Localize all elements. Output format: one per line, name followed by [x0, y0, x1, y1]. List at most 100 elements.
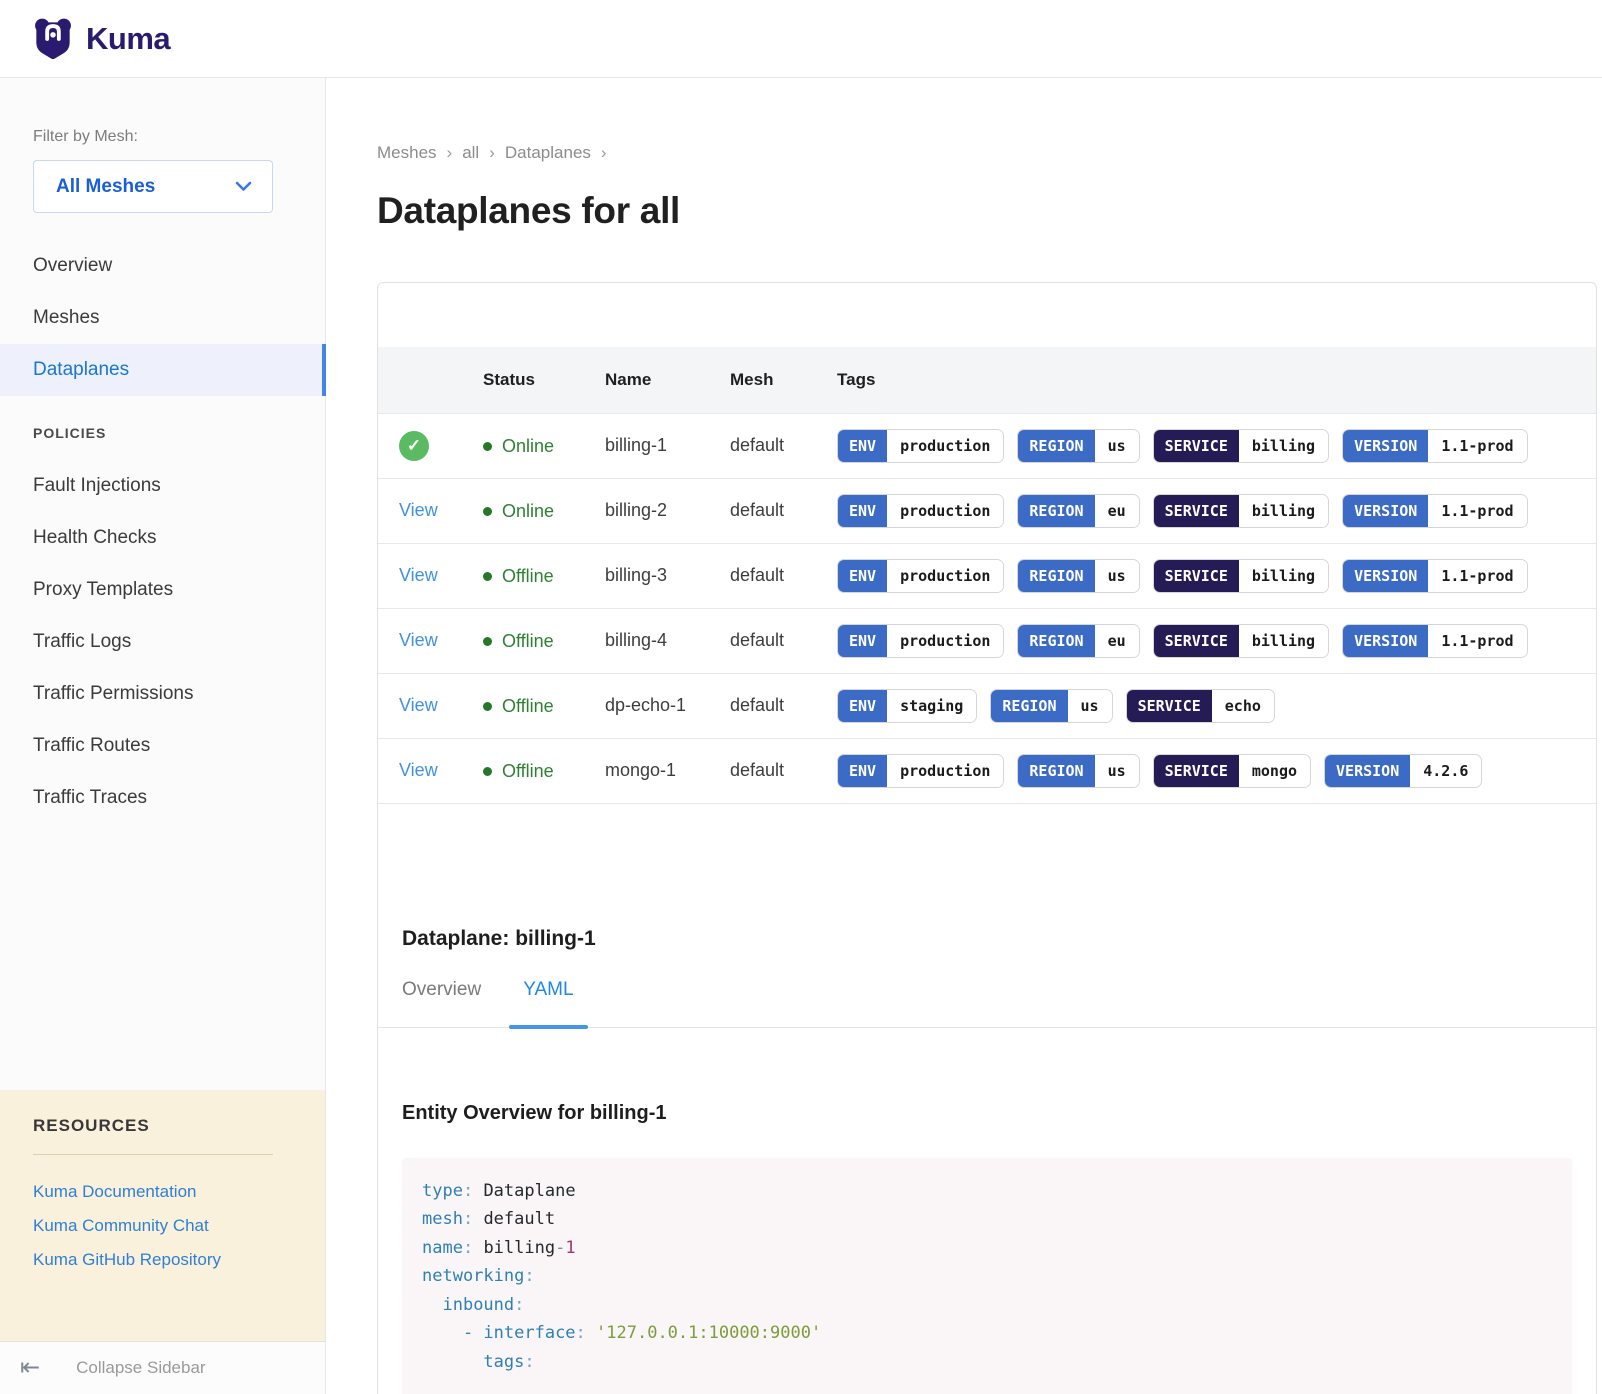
tag-region: REGIONus	[1017, 559, 1139, 593]
table-row-billing-3: ViewOfflinebilling-3defaultENVproduction…	[378, 543, 1596, 608]
chevron-down-icon	[235, 181, 252, 192]
tab-yaml[interactable]: YAML	[509, 979, 587, 1027]
sidebar-nav: Overview Meshes Dataplanes	[0, 240, 325, 396]
kuma-bear-icon	[33, 17, 73, 61]
tags-cell: ENVproduction REGIONus SERVICEbilling VERSI…	[837, 543, 1596, 608]
selected-check-icon: ✓	[399, 431, 429, 461]
sidebar-item-meshes[interactable]: Meshes	[0, 292, 325, 344]
sidebar-item-label: Traffic Permissions	[33, 683, 193, 705]
sidebar-item-label: Health Checks	[33, 527, 157, 549]
sidebar-item-traffic-permissions[interactable]: Traffic Permissions	[0, 668, 325, 720]
breadcrumb-item-meshes[interactable]: Meshes	[377, 143, 437, 163]
dataplane-detail-heading: Dataplane: billing-1	[402, 927, 1596, 951]
name-cell: billing-1	[605, 413, 730, 478]
tag-region: REGIONeu	[1017, 494, 1139, 528]
sidebar-item-health-checks[interactable]: Health Checks	[0, 512, 325, 564]
tags-cell: ENVproductionREGIONeuSERVICEbillingVERSI…	[837, 478, 1596, 543]
sidebar: Filter by Mesh: All Meshes Overview Meshe…	[0, 78, 326, 1394]
status-badge: Offline	[483, 761, 554, 782]
column-header-mesh: Mesh	[730, 347, 837, 413]
code-line: type: Dataplane	[422, 1177, 1552, 1206]
view-link[interactable]: View	[399, 565, 438, 585]
collapse-sidebar-label: Collapse Sidebar	[76, 1358, 205, 1378]
status-badge: Offline	[483, 631, 554, 652]
view-link[interactable]: View	[399, 695, 438, 715]
table-row-billing-2: ViewOnlinebilling-2defaultENVproductionR…	[378, 478, 1596, 543]
tag-env: ENVproduction	[837, 624, 1004, 658]
resources-divider	[33, 1154, 273, 1155]
tag-env: ENVproduction	[837, 559, 1004, 593]
tag-env: ENVstaging	[837, 689, 977, 723]
entity-overview-heading: Entity Overview for billing-1	[402, 1102, 1596, 1125]
mesh-cell: default	[730, 543, 837, 608]
status-badge: Offline	[483, 696, 554, 717]
sidebar-policies-nav: Fault Injections Health Checks Proxy Templ…	[0, 460, 325, 824]
tag-service: SERVICEbilling	[1153, 559, 1329, 593]
mesh-cell: default	[730, 673, 837, 738]
collapse-sidebar-button[interactable]: ⇤ Collapse Sidebar	[0, 1341, 325, 1394]
detail-tabs: Overview YAML	[378, 979, 1596, 1028]
tag-env: ENVproduction	[837, 494, 1004, 528]
sidebar-item-label: Meshes	[33, 307, 100, 329]
resource-link-kuma-community-chat[interactable]: Kuma Community Chat	[33, 1209, 292, 1243]
yaml-code-block: type: Dataplanemesh: defaultname: billin…	[402, 1158, 1572, 1394]
status-dot-icon	[483, 767, 492, 776]
tag-service: SERVICEbilling	[1153, 494, 1329, 528]
resources-section-label: RESOURCES	[33, 1116, 292, 1136]
page-title: Dataplanes for all	[377, 190, 1602, 232]
tag-version: VERSION4.2.6	[1324, 754, 1482, 788]
sidebar-item-traffic-logs[interactable]: Traffic Logs	[0, 616, 325, 668]
sidebar-item-dataplanes[interactable]: Dataplanes	[0, 344, 325, 396]
tag-service: SERVICEbilling	[1153, 429, 1329, 463]
tab-overview[interactable]: Overview	[402, 979, 495, 1027]
collapse-arrow-icon: ⇤	[20, 1356, 40, 1380]
sidebar-item-overview[interactable]: Overview	[0, 240, 325, 292]
view-link[interactable]: View	[399, 760, 438, 780]
column-header-status: Status	[483, 347, 605, 413]
name-cell: billing-2	[605, 478, 730, 543]
tag-version: VERSION1.1-prod	[1342, 559, 1527, 593]
breadcrumb-item-all[interactable]: all	[462, 143, 479, 163]
resources-panel: RESOURCES Kuma DocumentationKuma Communi…	[0, 1090, 325, 1341]
sidebar-item-label: Traffic Routes	[33, 735, 150, 757]
status-badge: Offline	[483, 566, 554, 587]
sidebar-item-proxy-templates[interactable]: Proxy Templates	[0, 564, 325, 616]
sidebar-item-traffic-traces[interactable]: Traffic Traces	[0, 772, 325, 824]
kuma-logo[interactable]: Kuma	[33, 17, 170, 61]
breadcrumb-separator: ›	[489, 143, 495, 163]
status-badge: Online	[483, 501, 554, 522]
tags-cell: ENVproductionREGIONusSERVICEmongoVERSION…	[837, 738, 1596, 803]
resource-link-kuma-documentation[interactable]: Kuma Documentation	[33, 1175, 292, 1209]
mesh-filter-select[interactable]: All Meshes	[33, 160, 273, 213]
card-header-strip	[378, 283, 1596, 347]
column-header-name: Name	[605, 347, 730, 413]
resource-link-kuma-github-repository[interactable]: Kuma GitHub Repository	[33, 1243, 292, 1277]
sidebar-item-label: Proxy Templates	[33, 579, 173, 601]
policies-section-label: POLICIES	[33, 424, 325, 442]
tag-version: VERSION1.1-prod	[1342, 624, 1527, 658]
sidebar-item-label: Fault Injections	[33, 475, 161, 497]
tag-env: ENVproduction	[837, 429, 1004, 463]
dataplanes-table: Status Name Mesh Tags ✓Onlinebilling-1de…	[378, 347, 1596, 804]
sidebar-item-fault-injections[interactable]: Fault Injections	[0, 460, 325, 512]
status-dot-icon	[483, 442, 492, 451]
table-row-billing-1: ✓Onlinebilling-1defaultENVproductionREGI…	[378, 413, 1596, 478]
column-header-tags: Tags	[837, 347, 1596, 413]
brand-name: Kuma	[86, 21, 170, 57]
tags-cell: ENVstagingREGIONusSERVICEecho	[837, 673, 1596, 738]
view-link[interactable]: View	[399, 500, 438, 520]
breadcrumb-item-dataplanes[interactable]: Dataplanes	[505, 143, 591, 163]
sidebar-item-traffic-routes[interactable]: Traffic Routes	[0, 720, 325, 772]
tag-service: SERVICEecho	[1126, 689, 1275, 723]
filter-by-mesh-label: Filter by Mesh:	[33, 128, 325, 146]
resources-links: Kuma DocumentationKuma Community ChatKum…	[33, 1175, 292, 1277]
view-link[interactable]: View	[399, 630, 438, 650]
dataplanes-card: Status Name Mesh Tags ✓Onlinebilling-1de…	[377, 282, 1597, 1394]
app-header: Kuma	[0, 0, 1602, 78]
status-badge: Online	[483, 436, 554, 457]
breadcrumb-separator: ›	[601, 143, 607, 163]
sidebar-item-label: Traffic Logs	[33, 631, 131, 653]
status-dot-icon	[483, 637, 492, 646]
code-line: name: billing-1	[422, 1234, 1552, 1263]
breadcrumb-separator: ›	[447, 143, 453, 163]
